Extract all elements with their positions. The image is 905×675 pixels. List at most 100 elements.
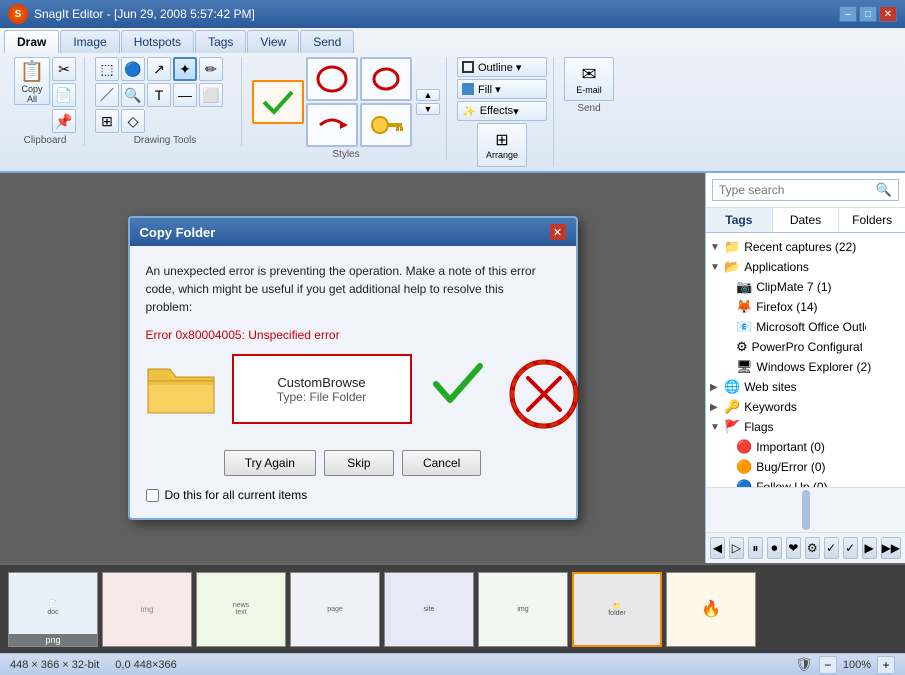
status-coordinates: 0,0 448×366 [115,659,176,671]
tree-icon-outlook: 📧 [736,319,752,335]
tree-item-recent[interactable]: ▼ 📁 Recent captures (22) [706,237,905,257]
thumbnail-4[interactable]: page [290,572,380,647]
cancel-button[interactable]: Cancel [402,450,481,476]
tree-label-important: Important (0) [756,440,825,454]
copy-button[interactable]: 📄 [52,83,76,107]
select-tool[interactable]: ⬚ [95,57,119,81]
copy-all-button[interactable]: 📋 CopyAll [14,57,50,105]
sidebar-tool-5[interactable]: ❤ [786,537,801,559]
thumbnail-2[interactable]: img [102,572,192,647]
close-button[interactable]: ✕ [879,6,897,22]
thumbnail-3[interactable]: newstext [196,572,286,647]
scrollbar-thumb[interactable] [802,490,810,530]
do-for-all-checkbox[interactable] [146,489,159,502]
cut-button[interactable]: ✂ [52,57,76,81]
search-box: 🔍 [706,173,905,208]
tree-item-outlook[interactable]: 📧 Microsoft Office Outloo [718,317,905,337]
tree-item-powerpro[interactable]: ⚙ PowerPro Configuration [718,337,905,357]
object-group: Outline ▾ Fill ▾ ✨Effects ▾ [457,57,547,121]
tree-icon-firefox: 🦊 [736,299,752,315]
sidebar-tool-3[interactable]: ⏸ [748,537,763,559]
style-arrow-red[interactable] [306,103,358,147]
tree-item-important[interactable]: 🔴 Important (0) [718,437,905,457]
dialog-content-row: CustomBrowse Type: File Folder [146,354,560,434]
search-input[interactable] [719,183,876,197]
thumbnail-5[interactable]: site [384,572,474,647]
shape-tool[interactable]: ⬜ [199,83,223,107]
folder-svg [146,359,216,419]
tab-view[interactable]: View [247,30,299,53]
style-circle-red[interactable] [306,57,358,101]
eraser-tool[interactable]: ◇ [121,109,145,133]
fill-button[interactable]: Fill ▾ [457,79,547,99]
sidebar-tool-7[interactable]: ✓ [824,537,839,559]
tree-item-applications[interactable]: ▼ 📂 Applications [706,257,905,277]
maximize-button[interactable]: □ [859,6,877,22]
line2-tool[interactable]: — [173,83,197,107]
sidebar-tool-8[interactable]: ✓ [843,537,858,559]
thumbnail-8[interactable]: 🔥 [666,572,756,647]
thumbnail-7[interactable]: 📁folder [572,572,662,647]
dialog-close-button[interactable]: ✕ [550,224,566,240]
highlight-tool[interactable]: ✦ [173,57,197,81]
zoom-tool[interactable]: 🔍 [121,83,145,107]
checkmark-area [428,354,488,414]
outline-button[interactable]: Outline ▾ [457,57,547,77]
sidebar-tab-dates[interactable]: Dates [773,208,840,232]
tab-hotspots[interactable]: Hotspots [121,30,194,53]
sidebar-tool-4[interactable]: ⏺ [767,537,782,559]
tab-image[interactable]: Image [60,30,119,53]
tree-item-flags[interactable]: ▼ 🚩 Flags [706,417,905,437]
tree-icon-websites: 🌐 [724,379,740,395]
sidebar-tool-6[interactable]: ⚙ [805,537,820,559]
thumbnail-6[interactable]: img [478,572,568,647]
try-again-button[interactable]: Try Again [224,450,316,476]
tree-item-bugerror[interactable]: 🟠 Bug/Error (0) [718,457,905,477]
tree-item-keywords[interactable]: ▶ 🔑 Keywords [706,397,905,417]
tree-icon-recent: 📁 [724,239,740,255]
tree-item-windows-explorer[interactable]: 🖥 Windows Explorer (2) [718,357,905,377]
tree-item-websites[interactable]: ▶ 🌐 Web sites [706,377,905,397]
style-oval-red[interactable] [360,57,412,101]
line-tool[interactable]: ／ [95,83,119,107]
dialog-title-bar: Copy Folder ✕ [130,218,576,246]
zoom-out-button[interactable]: − [819,656,837,674]
sidebar-tool-1[interactable]: ◀ [710,537,725,559]
minimize-button[interactable]: – [839,6,857,22]
tab-draw[interactable]: Draw [4,30,59,53]
tree-label-powerpro: PowerPro Configuration [752,340,862,354]
skip-button[interactable]: Skip [324,450,394,476]
blur-tool[interactable]: ⊞ [95,109,119,133]
stamp-tool[interactable]: 🔵 [121,57,145,81]
tree-item-clipmate[interactable]: 📷 ClipMate 7 (1) [718,277,905,297]
styles-scroll-down[interactable]: ▼ [416,103,440,115]
sidebar-tool-10[interactable]: ▶▶ [881,537,901,559]
canvas-area: OpenMap Copy Folder ✕ An unexpected erro… [0,173,705,563]
pen-tool[interactable]: ✏ [199,57,223,81]
tree-item-firefox[interactable]: 🦊 Firefox (14) [718,297,905,317]
arrow-tool[interactable]: ↗ [147,57,171,81]
tree-icon-important: 🔴 [736,439,752,455]
thumbnail-1[interactable]: 📄doc png [8,572,98,647]
style-key[interactable] [360,103,412,147]
drawing-tools-group: ⬚ 🔵 ↗ ✦ ✏ ／ 🔍 T — ⬜ ⊞ ◇ [95,57,235,133]
paste-button[interactable]: 📌 [52,109,76,133]
tab-tags[interactable]: Tags [195,30,246,53]
styles-scroll-up[interactable]: ▲ [416,89,440,101]
text-tool[interactable]: T [147,83,171,107]
style-checkmark[interactable] [252,80,304,124]
sidebar-tab-tags[interactable]: Tags [706,208,773,232]
tree-icon-flags: 🚩 [724,419,740,435]
sidebar-tool-2[interactable]: ▷ [729,537,744,559]
effects-button[interactable]: ✨Effects ▾ [457,101,547,121]
email-button[interactable]: ✉ E-mail [564,57,614,101]
tree-item-followup[interactable]: 🔵 Follow Up (0) [718,477,905,487]
search-icon: 🔍 [876,182,892,198]
zoom-in-button[interactable]: + [877,656,895,674]
tab-send[interactable]: Send [300,30,354,53]
sidebar-tool-9[interactable]: ▶ [862,537,877,559]
arrange-button[interactable]: ⊞ Arrange [477,123,527,167]
dialog-message: An unexpected error is preventing the op… [146,262,560,316]
checkbox-row: Do this for all current items [146,488,560,502]
sidebar-tab-folders[interactable]: Folders [839,208,905,232]
